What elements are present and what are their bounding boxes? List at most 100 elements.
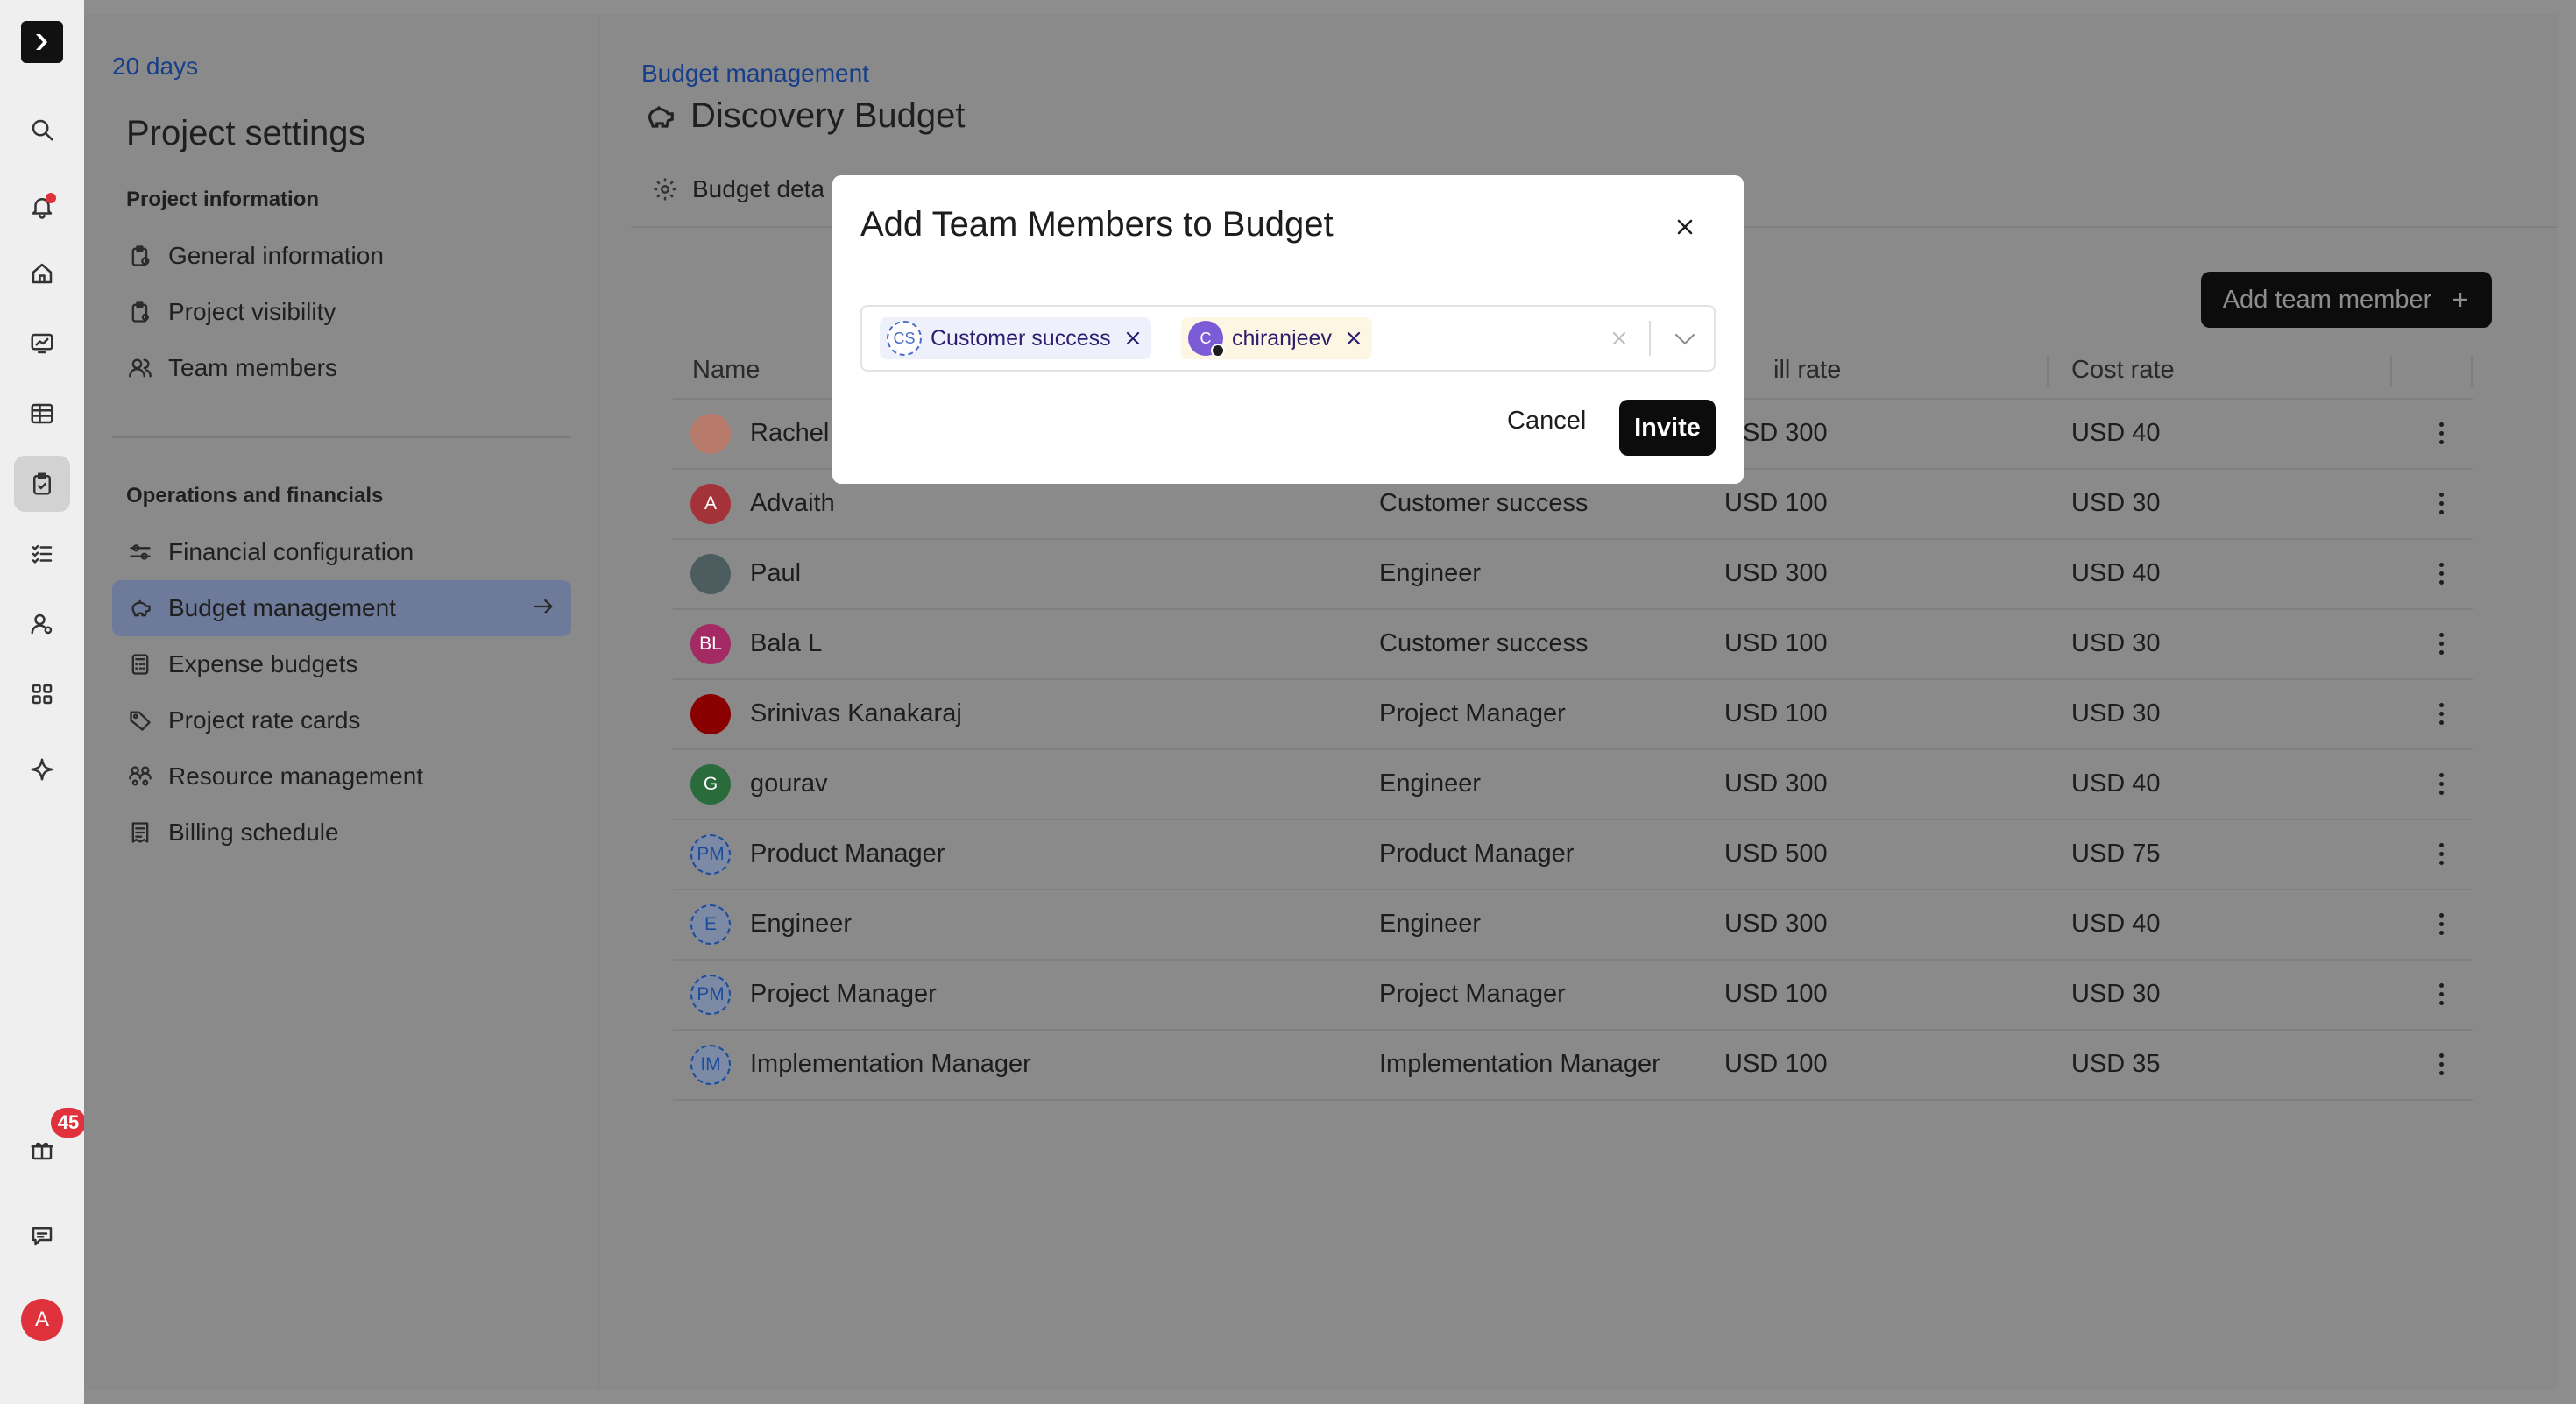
user-settings-icon[interactable] — [23, 605, 61, 643]
tab-budget-details[interactable]: Budget deta — [652, 175, 824, 203]
cancel-button[interactable]: Cancel — [1507, 407, 1586, 442]
nav-label: Billing schedule — [168, 819, 339, 846]
calculator-icon — [131, 654, 149, 675]
cell-role: Project Manager — [1379, 980, 1566, 1008]
sparkle-icon[interactable] — [23, 750, 61, 789]
nav-resource-management[interactable]: Resource management — [112, 748, 571, 805]
cell-cost-rate: USD 40 — [2071, 910, 2161, 938]
row-menu-icon[interactable] — [2439, 913, 2445, 938]
members-select[interactable]: CS Customer success C chiranjeev — [860, 305, 1716, 372]
nav-label: Budget management — [168, 594, 396, 621]
clipboard-gear-icon — [131, 245, 150, 266]
remove-chip-icon[interactable] — [1125, 330, 1141, 346]
avatar: A — [690, 484, 731, 524]
table-row[interactable]: Paul Engineer USD 300 USD 40 — [673, 538, 2473, 608]
nav-financial-configuration[interactable]: Financial configuration — [112, 524, 571, 580]
row-menu-icon[interactable] — [2439, 703, 2445, 727]
cell-bill-rate: USD 300 — [1724, 559, 1828, 587]
nav-expense-budgets[interactable]: Expense budgets — [112, 636, 571, 692]
chat-icon[interactable] — [23, 1216, 61, 1255]
remove-chip-icon[interactable] — [1346, 330, 1362, 346]
gift-icon[interactable] — [23, 1131, 61, 1169]
close-icon[interactable] — [1672, 214, 1698, 240]
cell-cost-rate: USD 35 — [2071, 1050, 2161, 1078]
cell-role: Implementation Manager — [1379, 1050, 1660, 1078]
sliders-icon — [130, 544, 151, 560]
arrow-right-icon — [534, 599, 553, 614]
cell-bill-rate: USD 100 — [1724, 489, 1828, 517]
section-heading-operations: Operations and financials — [126, 484, 384, 507]
cell-cost-rate: USD 40 — [2071, 419, 2161, 447]
column-separator — [2390, 356, 2392, 387]
chip-label: chiranjeev — [1232, 325, 1332, 351]
row-menu-icon[interactable] — [2439, 773, 2445, 798]
table-row[interactable]: BL Bala L Customer success USD 100 USD 30 — [673, 608, 2473, 678]
add-team-member-button[interactable]: Add team member — [2201, 272, 2492, 328]
piggy-bank-icon — [648, 105, 674, 128]
cell-cost-rate: USD 40 — [2071, 559, 2161, 587]
breadcrumb[interactable]: Budget management — [641, 60, 869, 88]
cell-bill-rate: USD 100 — [1724, 629, 1828, 657]
nav-general-information[interactable]: General information — [112, 228, 571, 284]
chip-label: Customer success — [931, 325, 1111, 351]
nav-project-rate-cards[interactable]: Project rate cards — [112, 692, 571, 748]
cell-name: Product Manager — [750, 840, 945, 868]
clipboard-icon[interactable] — [14, 456, 70, 512]
user-avatar[interactable]: A — [21, 1299, 63, 1341]
app-rail: 45 A — [0, 0, 86, 1404]
row-menu-icon[interactable] — [2439, 1053, 2445, 1078]
table-row[interactable]: PM Product Manager Product Manager USD 500 U… — [673, 819, 2473, 889]
nav-project-visibility[interactable]: Project visibility — [112, 284, 571, 340]
avatar: G — [690, 764, 731, 805]
status-badge — [1211, 344, 1225, 358]
avatar: PM — [690, 975, 731, 1015]
cell-cost-rate: USD 30 — [2071, 489, 2161, 517]
row-menu-icon[interactable] — [2439, 493, 2445, 517]
avatar: PM — [690, 834, 731, 875]
grid-table-icon[interactable] — [23, 394, 61, 433]
cell-cost-rate: USD 30 — [2071, 980, 2161, 1008]
row-menu-icon[interactable] — [2439, 983, 2445, 1008]
nav-budget-management[interactable]: Budget management — [112, 580, 571, 636]
cell-name: Rachel — [750, 419, 830, 447]
select-separator — [1649, 321, 1651, 356]
selected-chip-customer-success: CS Customer success — [880, 317, 1151, 359]
cell-cost-rate: USD 30 — [2071, 629, 2161, 657]
cell-cost-rate: USD 75 — [2071, 840, 2161, 868]
column-header-bill-rate[interactable]: ill rate — [1773, 356, 1841, 385]
back-link[interactable]: 20 days — [112, 53, 198, 81]
home-icon[interactable] — [23, 254, 61, 293]
search-icon[interactable] — [23, 110, 61, 149]
nav-billing-schedule[interactable]: Billing schedule — [112, 805, 571, 861]
cell-role: Product Manager — [1379, 840, 1575, 868]
chevron-down-icon[interactable] — [1674, 331, 1696, 347]
avatar: E — [690, 904, 731, 945]
column-header-cost-rate[interactable]: Cost rate — [2071, 356, 2175, 385]
selected-chip-chiranjeev: C chiranjeev — [1181, 317, 1372, 359]
app-logo[interactable] — [21, 21, 63, 63]
cell-name: Implementation Manager — [750, 1050, 1031, 1078]
table-row[interactable]: Ggourav Engineer USD 300 USD 40 — [673, 748, 2473, 819]
add-team-members-modal: Add Team Members to Budget CS Customer s… — [832, 175, 1744, 484]
cell-name: Project Manager — [750, 980, 937, 1008]
table-row[interactable]: E Engineer Engineer USD 300 USD 40 — [673, 889, 2473, 959]
clear-selection-icon[interactable] — [1610, 330, 1628, 347]
row-menu-icon[interactable] — [2439, 843, 2445, 868]
modal-title: Add Team Members to Budget — [860, 205, 1334, 244]
table-row[interactable]: PM Project Manager Project Manager USD 100 U… — [673, 959, 2473, 1029]
invite-button[interactable]: Invite — [1619, 400, 1716, 456]
bell-icon[interactable] — [23, 188, 61, 226]
checklist-icon[interactable] — [23, 535, 61, 573]
avatar — [690, 414, 731, 454]
nav-team-members[interactable]: Team members — [112, 340, 571, 396]
row-menu-icon[interactable] — [2439, 633, 2445, 657]
analytics-icon[interactable] — [23, 324, 61, 363]
cell-bill-rate: USD 100 — [1724, 699, 1828, 727]
table-row[interactable]: Srinivas Kanakaraj Project Manager USD 100… — [673, 678, 2473, 748]
row-menu-icon[interactable] — [2439, 563, 2445, 587]
column-header-name[interactable]: Name — [692, 356, 760, 385]
apps-icon[interactable] — [23, 675, 61, 713]
row-menu-icon[interactable] — [2439, 422, 2445, 447]
table-row[interactable]: IM Implementation Manager Implementation M… — [673, 1029, 2473, 1099]
nav-divider — [112, 436, 571, 438]
